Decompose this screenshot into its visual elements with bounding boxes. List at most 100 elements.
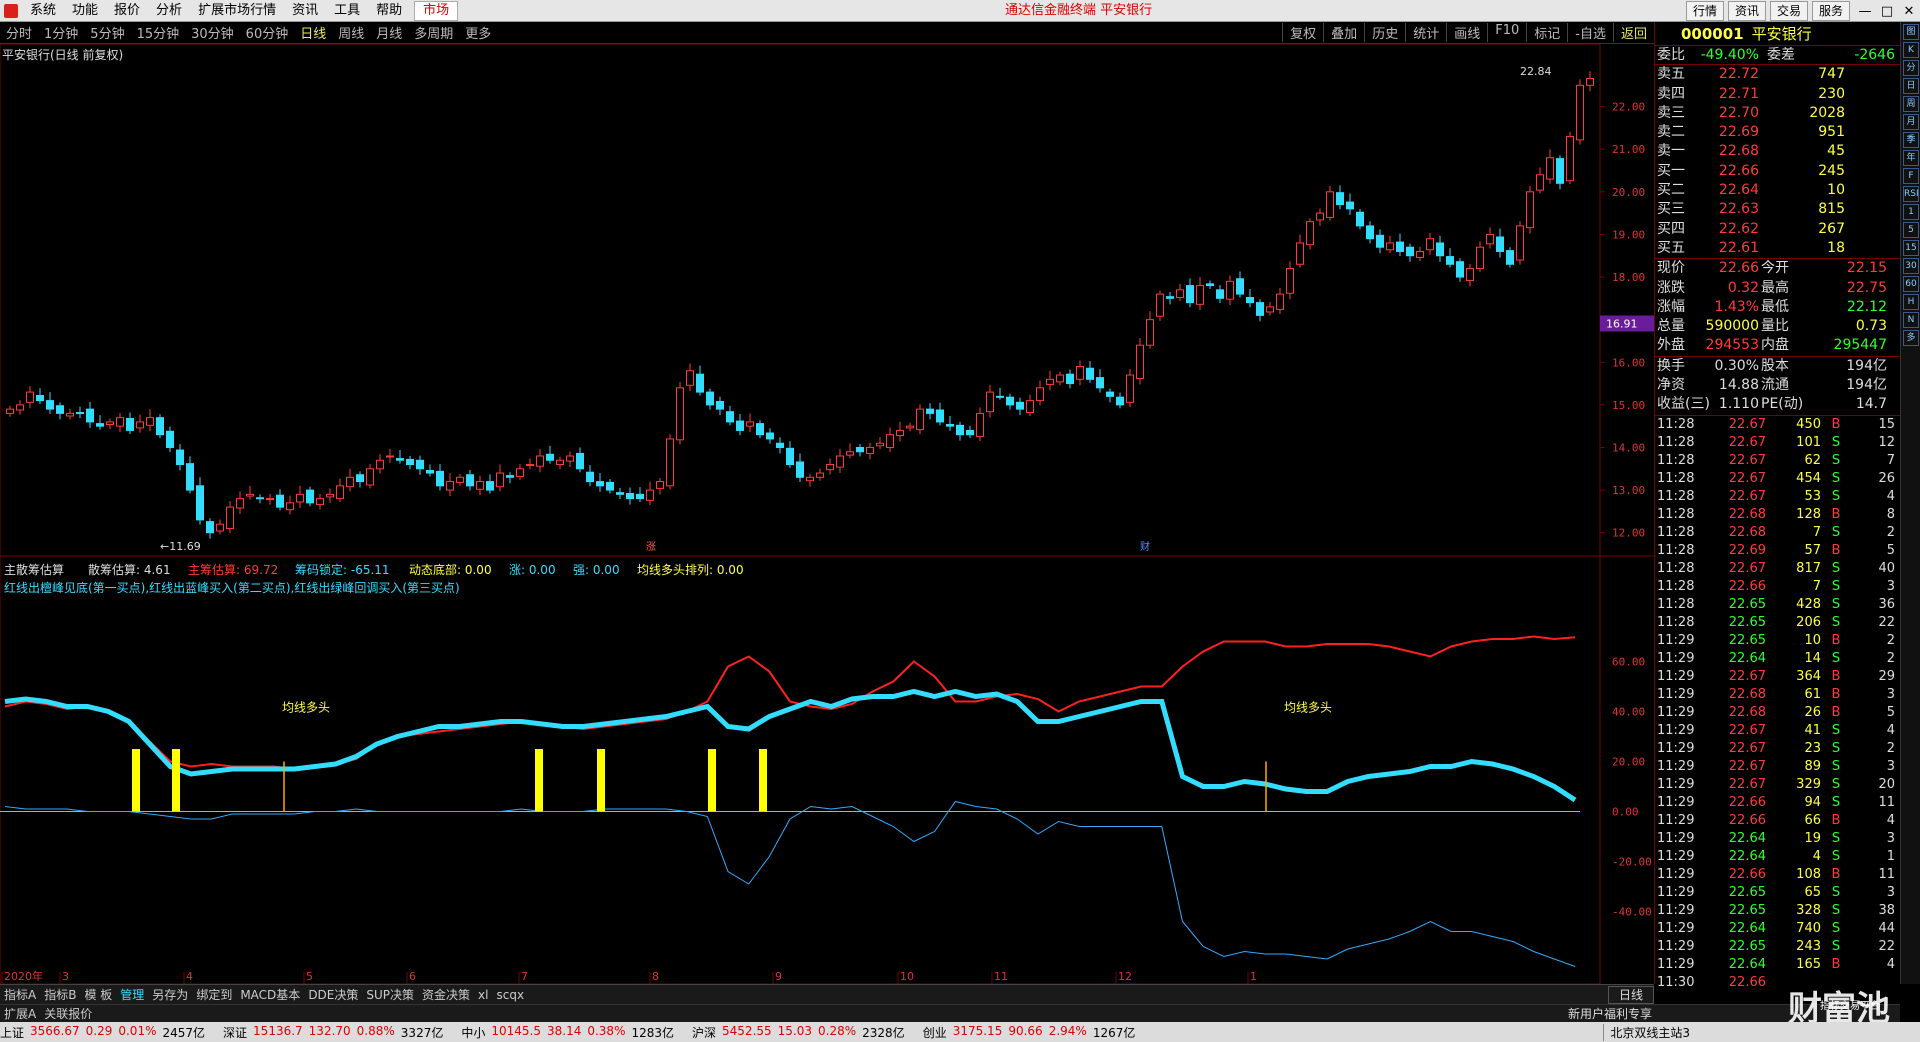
menu-analysis[interactable]: 分析: [148, 0, 190, 22]
tool-f10[interactable]: F10: [1487, 23, 1526, 42]
tick-side: B: [1831, 866, 1841, 882]
tab-manage[interactable]: 管理: [116, 986, 148, 1003]
toolstrip-button[interactable]: 年: [1903, 150, 1919, 166]
service-button[interactable]: 服务: [1811, 1, 1850, 21]
promo-link[interactable]: 新用户福利专享: [1568, 1005, 1652, 1022]
period-tab[interactable]: 多周期: [408, 23, 459, 42]
server-station[interactable]: 北京双线主站3: [1603, 1023, 1690, 1041]
tab-template[interactable]: 模 板: [80, 986, 116, 1003]
tab-extension-a[interactable]: 扩展A: [0, 1005, 40, 1022]
ask-label: 卖三: [1657, 104, 1685, 121]
toolstrip-button[interactable]: 1: [1903, 204, 1919, 220]
menu-news[interactable]: 资讯: [284, 0, 326, 22]
xtick-label: 7: [521, 970, 528, 983]
tab-macd[interactable]: MACD基本: [236, 986, 304, 1003]
tab-related-quote[interactable]: 关联报价: [40, 1005, 96, 1022]
tool-history[interactable]: 历史: [1364, 23, 1405, 42]
period-tab[interactable]: 15分钟: [131, 23, 186, 42]
tick-list[interactable]: 11:28 22.67 450 B 15 11:28 22.67 101 S 12 11:28 22.…: [1655, 416, 1900, 992]
toolstrip-button[interactable]: F: [1903, 168, 1919, 184]
period-more[interactable]: 更多: [459, 23, 497, 42]
toolstrip-button[interactable]: 周: [1903, 96, 1919, 112]
tick-row: 11:28 22.65 428 S 36: [1655, 596, 1900, 614]
menu-function[interactable]: 功能: [64, 0, 106, 22]
tab-fund[interactable]: 资金决策: [418, 986, 474, 1003]
index-name: 上证: [0, 1025, 25, 1040]
toolstrip-button[interactable]: K: [1903, 42, 1919, 58]
period-indicator[interactable]: 日线: [1607, 985, 1654, 1004]
index-group[interactable]: 沪深 5452.55 15.03 0.28% 2328亿: [692, 1024, 911, 1041]
tab-scqx[interactable]: scqx: [492, 988, 528, 1002]
toolstrip-button[interactable]: 分: [1903, 60, 1919, 76]
tool-mark[interactable]: 标记: [1526, 23, 1567, 42]
quote-button[interactable]: 行情: [1685, 1, 1724, 21]
tool-overlay[interactable]: 叠加: [1323, 23, 1364, 42]
period-tab[interactable]: 5分钟: [84, 23, 130, 42]
close-icon[interactable]: ✕: [1898, 4, 1920, 19]
candle-body: [46, 400, 54, 410]
menu-help[interactable]: 帮助: [368, 0, 410, 22]
tool-draw[interactable]: 画线: [1446, 23, 1487, 42]
menu-tools[interactable]: 工具: [326, 0, 368, 22]
news-button[interactable]: 资讯: [1727, 1, 1766, 21]
index-group[interactable]: 创业 3175.15 90.66 2.94% 1267亿: [923, 1024, 1142, 1041]
tab-indicator-b[interactable]: 指标B: [40, 986, 80, 1003]
toolstrip-button[interactable]: 月: [1903, 114, 1919, 130]
trade-button[interactable]: 交易: [1769, 1, 1808, 21]
toolstrip-button[interactable]: N: [1903, 312, 1919, 328]
signal-bar: [759, 749, 767, 812]
period-tab[interactable]: 30分钟: [185, 23, 240, 42]
tick-side: S: [1831, 938, 1841, 954]
toolstrip-button[interactable]: 60: [1903, 276, 1919, 292]
toolstrip-button[interactable]: 多: [1903, 330, 1919, 346]
candle-body: [366, 468, 374, 486]
toolstrip-button[interactable]: 30: [1903, 258, 1919, 274]
tool-fuquan[interactable]: 复权: [1282, 23, 1323, 42]
indicator-subtitle: 红线出檀峰见底(第一买点),红线出蓝峰买入(第二买点),红线出绿峰回调买入(第三…: [4, 580, 460, 595]
menu-market[interactable]: 市场: [414, 0, 459, 21]
tool-stats[interactable]: 统计: [1405, 23, 1446, 42]
stat-label: 流通: [1761, 377, 1789, 394]
toolstrip-button[interactable]: 日: [1903, 78, 1919, 94]
minimize-icon[interactable]: —: [1854, 4, 1876, 19]
menu-quote[interactable]: 报价: [106, 0, 148, 22]
menu-ext-market[interactable]: 扩展市场行情: [190, 0, 284, 22]
candle-body: [376, 459, 384, 470]
index-group[interactable]: 深证 15136.7 132.70 0.88% 3327亿: [223, 1024, 449, 1041]
toolstrip-button[interactable]: H: [1903, 294, 1919, 310]
tool-watchlist[interactable]: -自选: [1567, 23, 1613, 42]
toolstrip-button[interactable]: 15: [1903, 240, 1919, 256]
tab-save-as[interactable]: 另存为: [148, 986, 192, 1003]
candle-body: [736, 420, 744, 431]
toolstrip-button[interactable]: 季: [1903, 132, 1919, 148]
tick-row: 11:29 22.65 328 S 38: [1655, 902, 1900, 920]
candle-body: [996, 395, 1004, 398]
tab-xl[interactable]: xl: [474, 988, 492, 1002]
index-change: 15.03: [777, 1023, 813, 1038]
period-tab[interactable]: 月线: [370, 23, 408, 42]
tick-count: 29: [1878, 668, 1895, 684]
tab-dde[interactable]: DDE决策: [304, 986, 362, 1003]
menu-system[interactable]: 系统: [22, 0, 64, 22]
period-tab[interactable]: 60分钟: [240, 23, 295, 42]
tab-bind[interactable]: 绑定到: [192, 986, 236, 1003]
period-tab[interactable]: 1分钟: [38, 23, 84, 42]
stat-value: 194亿: [1846, 377, 1887, 394]
period-tab-active[interactable]: 日线: [294, 23, 332, 42]
period-tab[interactable]: 分时: [0, 23, 38, 42]
tab-indicator-a[interactable]: 指标A: [0, 986, 40, 1003]
tick-price: 22.68: [1728, 704, 1766, 720]
period-tab[interactable]: 周线: [332, 23, 370, 42]
tool-back[interactable]: 返回: [1612, 23, 1654, 42]
index-group[interactable]: 上证 3566.67 0.29 0.01% 2457亿: [0, 1024, 211, 1041]
chart-area[interactable]: 22.0021.0020.0019.0018.0017.0016.0015.00…: [0, 44, 1654, 984]
candle-body: [1256, 302, 1264, 316]
tick-row: 11:28 22.67 62 S 7: [1655, 452, 1900, 470]
stat-row: 外盘 294553 内盘 295447: [1655, 336, 1900, 355]
maximize-icon[interactable]: □: [1876, 4, 1898, 19]
index-group[interactable]: 中小 10145.5 38.14 0.38% 1283亿: [461, 1024, 680, 1041]
toolstrip-button[interactable]: RSI: [1903, 186, 1919, 202]
toolstrip-button[interactable]: 图: [1903, 24, 1919, 40]
toolstrip-button[interactable]: 5: [1903, 222, 1919, 238]
tab-sup[interactable]: SUP决策: [362, 986, 418, 1003]
